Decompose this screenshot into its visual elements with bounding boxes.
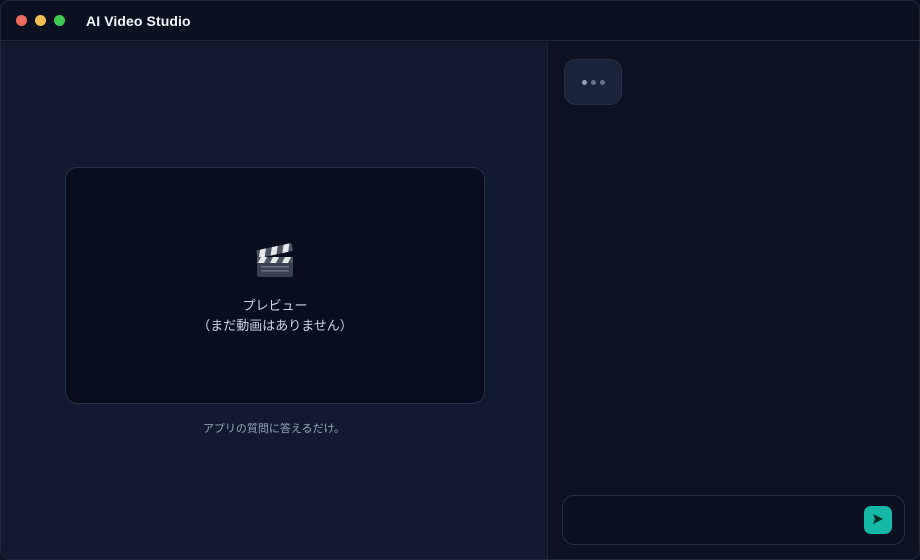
chat-panel [548,42,919,559]
send-icon [872,513,884,528]
close-window-button[interactable] [16,15,27,26]
send-button[interactable] [864,506,892,534]
main-content: プレビュー （まだ動画はありません） アプリの質問に答えるだけ。 [1,42,919,559]
preview-panel: プレビュー （まだ動画はありません） アプリの質問に答えるだけ。 [1,42,548,559]
preview-title: プレビュー [242,298,308,314]
preview-empty-message: （まだ動画はありません） [197,318,353,334]
typing-indicator [564,59,622,105]
preview-caption: アプリの質問に答えるだけ。 [202,422,346,435]
minimize-window-button[interactable] [35,15,46,26]
app-title: AI Video Studio [86,12,191,29]
app-window: AI Video Studio プレビュー （まだ動画はありません） アプリの質… [0,0,920,560]
typing-dot [590,79,596,85]
chat-input[interactable] [575,506,852,536]
typing-dot [599,79,605,85]
video-preview: プレビュー （まだ動画はありません） [65,167,485,404]
title-bar: AI Video Studio [1,1,919,41]
zoom-window-button[interactable] [54,15,65,26]
chat-composer [562,495,905,545]
typing-dot [581,79,587,85]
clapperboard-icon [255,241,295,283]
